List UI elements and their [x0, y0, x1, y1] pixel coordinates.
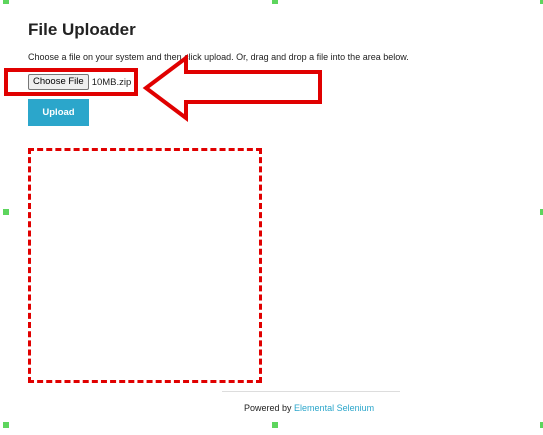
upload-button[interactable]: Upload — [28, 99, 89, 126]
resize-handle-top-center[interactable] — [272, 0, 278, 4]
annotation-arrow-icon — [142, 54, 322, 122]
file-input[interactable]: Choose File 10MB.zip — [28, 74, 131, 90]
resize-handle-top-left[interactable] — [3, 0, 9, 4]
selected-file-name: 10MB.zip — [91, 76, 132, 88]
choose-file-button[interactable]: Choose File — [28, 74, 89, 90]
page-title: File Uploader — [28, 20, 136, 39]
footer: Powered by Elemental Selenium — [244, 403, 374, 413]
resize-handle-bottom-center[interactable] — [272, 422, 278, 428]
drag-drop-area[interactable] — [28, 148, 262, 383]
footer-powered-by: Powered by — [244, 403, 292, 413]
instructions-text: Choose a file on your system and then cl… — [28, 52, 409, 62]
resize-handle-bottom-left[interactable] — [3, 422, 9, 428]
elemental-selenium-link[interactable]: Elemental Selenium — [294, 403, 374, 413]
resize-handle-middle-left[interactable] — [3, 209, 9, 215]
footer-divider — [222, 391, 400, 392]
